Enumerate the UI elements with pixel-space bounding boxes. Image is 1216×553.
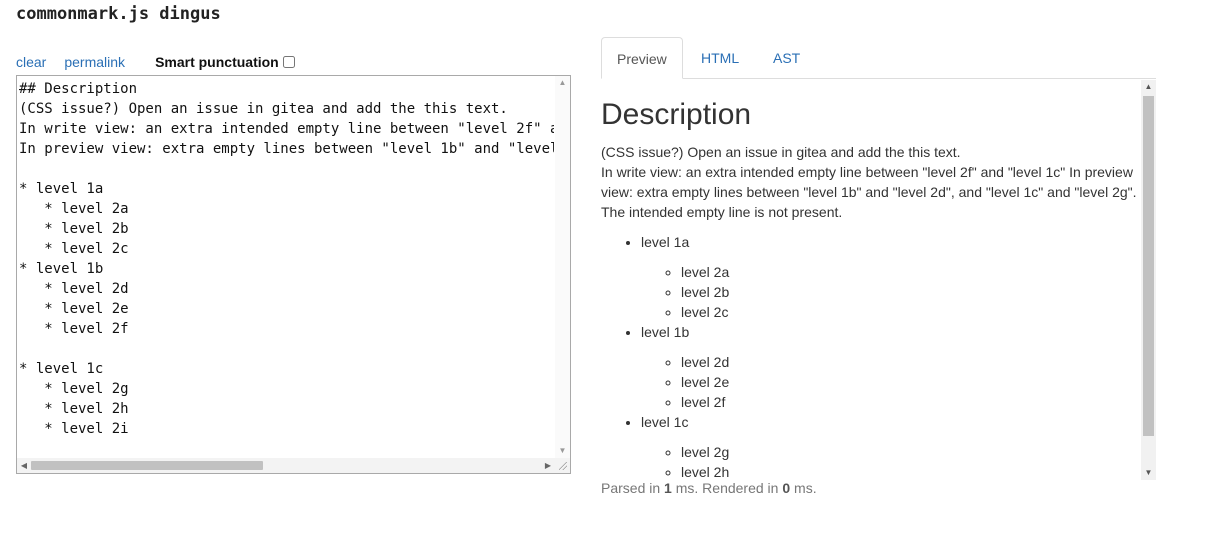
- list-item-label: level 1a: [641, 234, 690, 250]
- markdown-editor[interactable]: ## Description (CSS issue?) Open an issue…: [16, 75, 571, 474]
- smart-punctuation-toggle[interactable]: Smart punctuation: [155, 54, 295, 70]
- timing-middle-text: ms. Rendered in: [671, 480, 783, 496]
- smart-punctuation-label: Smart punctuation: [155, 54, 279, 70]
- editor-vertical-scrollbar[interactable]: ▲ ▼: [555, 76, 570, 458]
- preview-content: Description (CSS issue?) Open an issue i…: [601, 80, 1140, 480]
- preview-list: level 1a level 2a level 2b level 2c leve…: [601, 232, 1140, 480]
- paragraph-line: The intended empty line is not present.: [601, 204, 843, 220]
- preview-paragraph: (CSS issue?) Open an issue in gitea and …: [601, 142, 1140, 222]
- paragraph-line: (CSS issue?) Open an issue in gitea and …: [601, 144, 961, 160]
- editor-line: (CSS issue?) Open an issue in gitea and …: [19, 101, 508, 117]
- horizontal-scroll-thumb[interactable]: [31, 461, 263, 470]
- sublist-item: level 2a: [681, 262, 1140, 282]
- permalink-link[interactable]: permalink: [64, 54, 125, 70]
- scroll-right-arrow-icon[interactable]: ▶: [541, 458, 555, 473]
- timing-parsed-prefix: Parsed in: [601, 480, 665, 496]
- scroll-up-arrow-icon[interactable]: ▲: [1141, 80, 1156, 94]
- sublist: level 2a level 2b level 2c: [641, 262, 1140, 322]
- scroll-up-arrow-icon[interactable]: ▲: [555, 76, 570, 90]
- list-item: level 1a level 2a level 2b level 2c: [641, 232, 1140, 322]
- list-item-label: level 1c: [641, 414, 689, 430]
- list-item: level 1c level 2g level 2h: [641, 412, 1140, 480]
- sublist-item: level 2d: [681, 352, 1140, 372]
- clear-link[interactable]: clear: [16, 54, 46, 70]
- parsed-ms-value: 1: [664, 480, 672, 496]
- preview-pane: Description (CSS issue?) Open an issue i…: [601, 80, 1156, 480]
- editor-line: In preview view: extra empty lines betwe…: [19, 141, 554, 157]
- paragraph-line: view: extra empty lines between "level 1…: [601, 184, 1137, 200]
- editor-line: * level 2e: [19, 301, 129, 317]
- scroll-left-arrow-icon[interactable]: ◀: [17, 458, 31, 473]
- preview-heading: Description: [601, 98, 752, 131]
- sublist-item: level 2c: [681, 302, 1140, 322]
- editor-line: * level 1a: [19, 181, 104, 197]
- vertical-scroll-thumb[interactable]: [1143, 96, 1154, 436]
- paragraph-line: In write view: an extra intended empty l…: [601, 164, 1133, 180]
- editor-line: * level 2b: [19, 221, 129, 237]
- sublist-item: level 2h: [681, 462, 1140, 480]
- editor-line: * level 1c: [19, 361, 104, 377]
- editor-line: * level 1b: [19, 261, 104, 277]
- list-item: level 1b level 2d level 2e level 2f: [641, 322, 1140, 412]
- tab-ast[interactable]: AST: [758, 37, 815, 79]
- editor-line: * level 2a: [19, 201, 129, 217]
- sublist: level 2d level 2e level 2f: [641, 352, 1140, 412]
- editor-line: ## Description: [19, 81, 138, 97]
- editor-controls: clear permalink Smart punctuation: [16, 54, 295, 70]
- resize-grip-icon[interactable]: [555, 458, 570, 473]
- sublist-item: level 2b: [681, 282, 1140, 302]
- editor-line: * level 2c: [19, 241, 129, 257]
- timing-suffix: ms.: [790, 480, 817, 496]
- sublist-item: level 2g: [681, 442, 1140, 462]
- editor-line: * level 2f: [19, 321, 129, 337]
- tab-html[interactable]: HTML: [686, 37, 754, 79]
- scroll-down-arrow-icon[interactable]: ▼: [1141, 466, 1156, 480]
- editor-line: * level 2i: [19, 421, 129, 437]
- editor-line: * level 2d: [19, 281, 129, 297]
- editor-line: * level 2h: [19, 401, 129, 417]
- smart-punctuation-checkbox[interactable]: [282, 56, 295, 68]
- app-title: commonmark.js dingus: [16, 4, 221, 24]
- sublist: level 2g level 2h: [641, 442, 1140, 480]
- output-tabs: Preview HTML AST: [601, 37, 1156, 79]
- timing-status: Parsed in 1 ms. Rendered in 0 ms.: [601, 480, 817, 496]
- sublist-item: level 2f: [681, 392, 1140, 412]
- list-item-label: level 1b: [641, 324, 690, 340]
- editor-line: In write view: an extra intended empty l…: [19, 121, 554, 137]
- rendered-ms-value: 0: [782, 480, 791, 496]
- tab-preview[interactable]: Preview: [601, 37, 683, 79]
- sublist-item: level 2e: [681, 372, 1140, 392]
- scroll-down-arrow-icon[interactable]: ▼: [555, 444, 570, 458]
- editor-line: * level 2g: [19, 381, 129, 397]
- preview-vertical-scrollbar[interactable]: ▲ ▼: [1141, 80, 1156, 480]
- markdown-textarea[interactable]: ## Description (CSS issue?) Open an issue…: [19, 79, 554, 457]
- editor-horizontal-scrollbar[interactable]: ◀ ▶: [17, 458, 555, 473]
